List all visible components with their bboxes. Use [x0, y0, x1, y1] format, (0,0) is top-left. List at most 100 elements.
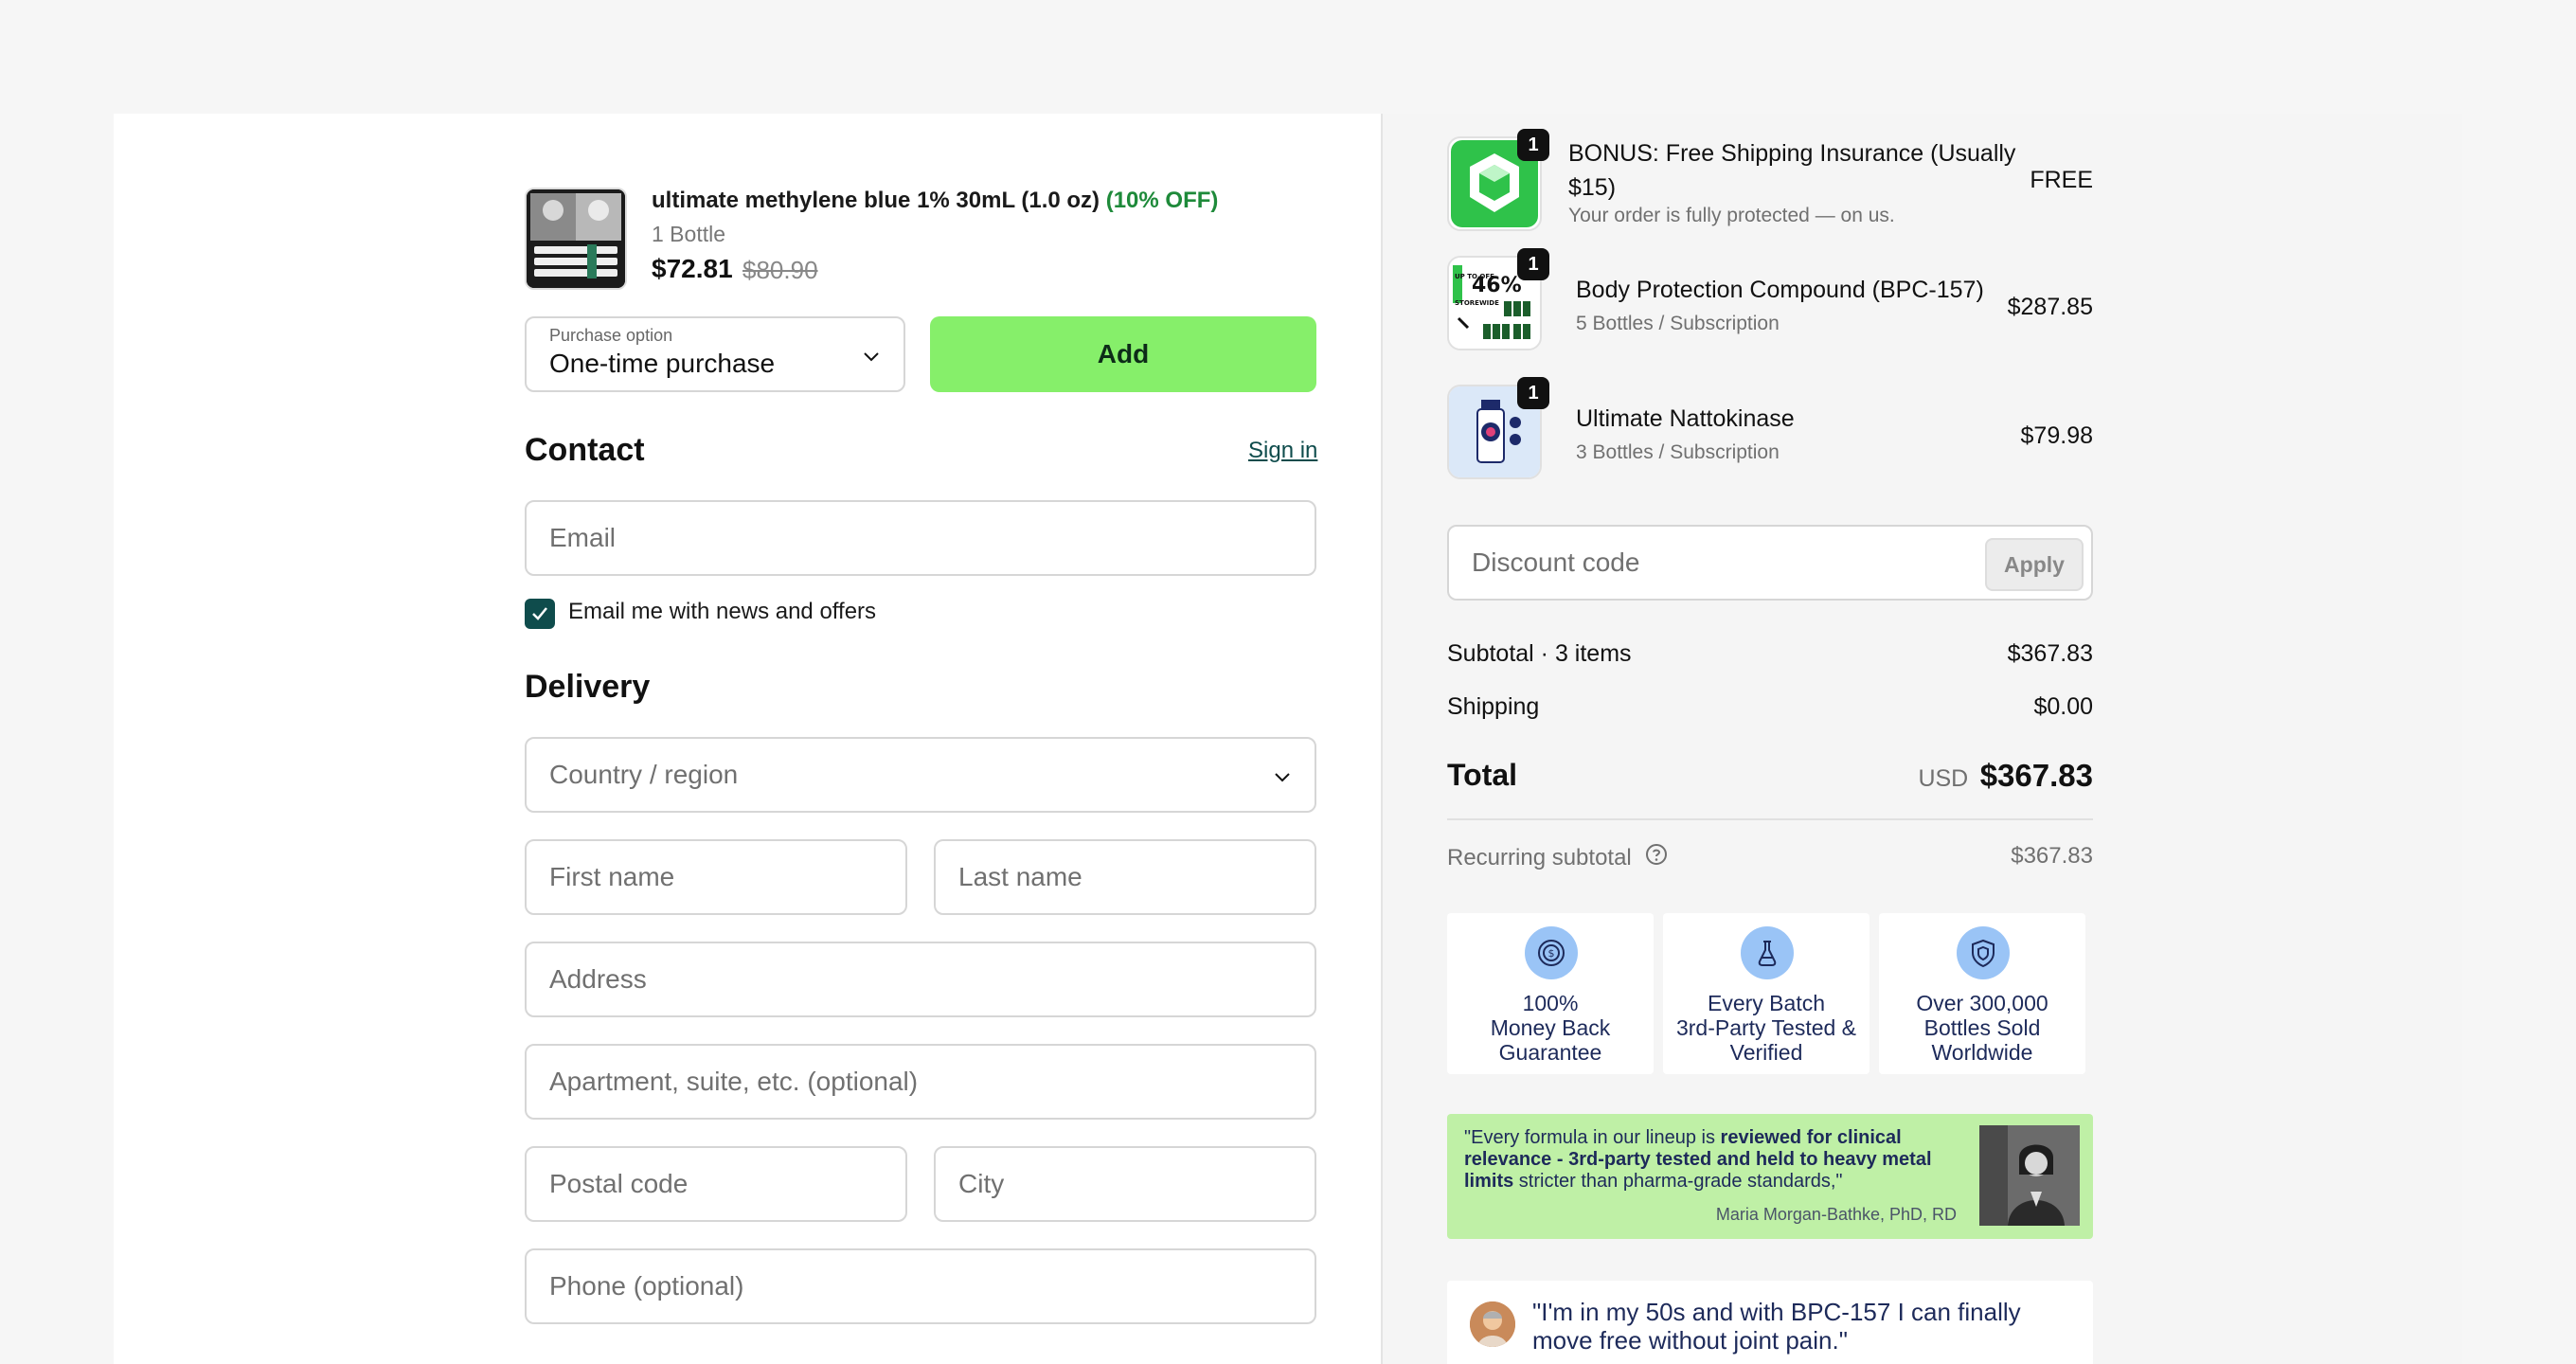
badge-line: Bottles Sold — [1923, 1015, 2041, 1040]
total-value: $367.83 — [1979, 758, 2093, 793]
discount-placeholder: Discount code — [1472, 547, 1640, 577]
upsell-name: ultimate methylene blue 1% 30mL (1.0 oz) — [652, 188, 1100, 213]
badge-line: 3rd-Party Tested & — [1675, 1015, 1857, 1040]
address-field[interactable]: Address — [525, 942, 1316, 1017]
order-item-subtitle: Your order is fully protected — on us. — [1568, 205, 1895, 226]
recurring-subtotal-label: Recurring subtotal — [1447, 843, 1668, 872]
tested-badge: Every Batch 3rd-Party Tested & Verified — [1663, 913, 1869, 1074]
purchase-option-label: Purchase option — [549, 326, 673, 345]
review-text: "I'm in my 50s and with BPC-157 I can fi… — [1532, 1298, 2021, 1355]
item-quantity-badge: 1 — [1517, 129, 1549, 161]
purchase-option-value: One-time purchase — [549, 349, 776, 378]
recurring-subtotal-value: $367.83 — [2011, 843, 2093, 869]
order-item-price: FREE — [2030, 167, 2093, 193]
sign-in-link[interactable]: Sign in — [1248, 438, 1317, 464]
checkout-main: ultimate methylene blue 1% 30mL (1.0 oz)… — [114, 114, 1381, 1364]
divider — [1447, 818, 2093, 820]
total-label: Total — [1447, 758, 1518, 792]
discount-code-field[interactable]: Discount code Apply — [1447, 525, 2093, 601]
upsell-compare-price: $80.90 — [742, 256, 818, 284]
add-upsell-button[interactable]: Add — [930, 316, 1316, 392]
address-placeholder: Address — [549, 964, 647, 994]
help-icon[interactable] — [1645, 843, 1668, 872]
phone-placeholder: Phone (optional) — [549, 1271, 744, 1301]
customer-review: "I'm in my 50s and with BPC-157 I can fi… — [1447, 1281, 2093, 1364]
subtotal-value: $367.83 — [2007, 640, 2093, 667]
guarantee-badge: $ 100% Money Back Guarantee — [1447, 913, 1654, 1074]
quote-part: stricter than pharma-grade standards," — [1513, 1171, 1843, 1192]
order-item-price: $287.85 — [2007, 294, 2093, 320]
order-item-thumbnail: 1 — [1447, 377, 1549, 479]
apartment-field[interactable]: Apartment, suite, etc. (optional) — [525, 1044, 1316, 1120]
quote-part: "Every formula in our lineup is — [1464, 1127, 1721, 1148]
upsell-variant: 1 Bottle — [652, 222, 725, 246]
order-item-name: Ultimate Nattokinase — [1576, 405, 1795, 432]
order-summary: 1 BONUS: Free Shipping Insurance (Usuall… — [1381, 114, 2462, 1364]
last-name-field[interactable]: Last name — [934, 839, 1316, 915]
badge-line: Verified — [1729, 1040, 1803, 1065]
expert-photo — [1979, 1125, 2080, 1226]
chevron-down-icon — [860, 345, 883, 372]
flask-icon — [1741, 926, 1794, 979]
recurring-label-text: Recurring subtotal — [1447, 844, 1632, 870]
city-field[interactable]: City — [934, 1146, 1316, 1222]
chevron-down-icon — [1271, 765, 1294, 793]
item-quantity-badge: 1 — [1517, 377, 1549, 409]
badge-line: Over 300,000 — [1916, 991, 2048, 1015]
order-item-price: $79.98 — [2020, 422, 2093, 449]
shipping-value: $0.00 — [2033, 693, 2093, 720]
country-select[interactable]: Country / region — [525, 737, 1316, 813]
quote-text: "Every formula in our lineup is reviewed… — [1464, 1127, 1957, 1193]
delivery-heading: Delivery — [525, 669, 651, 705]
svg-text:$: $ — [1548, 947, 1555, 960]
badge-text: 100% Money Back Guarantee — [1447, 991, 1654, 1065]
shipping-label: Shipping — [1447, 693, 1540, 720]
upsell-title: ultimate methylene blue 1% 30mL (1.0 oz)… — [652, 188, 1218, 214]
contact-heading: Contact — [525, 432, 645, 468]
upsell-price: $72.81 — [652, 254, 733, 283]
promo-percent: 46% — [1472, 274, 1522, 297]
order-item-subtitle: 5 Bottles / Subscription — [1576, 313, 1780, 334]
bottles-sold-badge: Over 300,000 Bottles Sold Worldwide — [1879, 913, 2085, 1074]
newsletter-checkbox[interactable] — [525, 599, 555, 629]
expert-quote: "Every formula in our lineup is reviewed… — [1447, 1114, 2093, 1239]
total-amount: USD $367.83 — [1809, 758, 2093, 794]
item-quantity-badge: 1 — [1517, 248, 1549, 280]
first-name-field[interactable]: First name — [525, 839, 907, 915]
postal-code-field[interactable]: Postal code — [525, 1146, 907, 1222]
newsletter-label: Email me with news and offers — [568, 599, 877, 624]
order-item-thumbnail: UP TO OFF 46% STOREWIDE 1 — [1447, 248, 1549, 350]
order-item-name-line1: BONUS: Free Shipping Insurance (Usually — [1568, 140, 2016, 167]
purchase-option-select[interactable]: Purchase option One-time purchase — [525, 316, 905, 392]
badge-line: Guarantee — [1498, 1040, 1602, 1065]
quote-author: Maria Morgan-Bathke, PhD, RD — [1715, 1205, 1957, 1224]
shield-icon — [1957, 926, 2010, 979]
order-item-name-line2: $15) — [1568, 174, 1617, 201]
checkmark-icon — [532, 607, 547, 620]
subtotal-label: Subtotal · 3 items — [1447, 640, 1632, 667]
badge-text: Every Batch 3rd-Party Tested & Verified — [1663, 991, 1869, 1065]
email-field[interactable]: Email — [525, 500, 1316, 576]
apply-discount-button[interactable]: Apply — [1985, 538, 2084, 591]
apartment-placeholder: Apartment, suite, etc. (optional) — [549, 1067, 919, 1096]
badge-text: Over 300,000 Bottles Sold Worldwide — [1879, 991, 2085, 1065]
email-placeholder: Email — [549, 523, 617, 552]
upsell-product-image — [525, 188, 627, 290]
badge-line: Every Batch — [1708, 991, 1825, 1015]
badge-line: Money Back — [1490, 1015, 1611, 1040]
upsell-discount: (10% OFF) — [1105, 188, 1219, 213]
last-name-placeholder: Last name — [958, 862, 1082, 891]
reviewer-avatar — [1470, 1301, 1515, 1347]
badge-line: Worldwide — [1931, 1040, 2033, 1065]
badge-line: 100% — [1522, 991, 1579, 1015]
dollar-shield-icon: $ — [1525, 926, 1578, 979]
order-item-thumbnail: 1 — [1447, 129, 1549, 231]
first-name-placeholder: First name — [549, 862, 675, 891]
order-item-subtitle: 3 Bottles / Subscription — [1576, 441, 1780, 463]
phone-field[interactable]: Phone (optional) — [525, 1248, 1316, 1324]
city-placeholder: City — [958, 1169, 1005, 1198]
country-placeholder: Country / region — [549, 760, 739, 789]
total-currency: USD — [1918, 765, 1969, 792]
promo-text-bottom: STOREWIDE — [1455, 299, 1499, 307]
postal-code-placeholder: Postal code — [549, 1169, 689, 1198]
